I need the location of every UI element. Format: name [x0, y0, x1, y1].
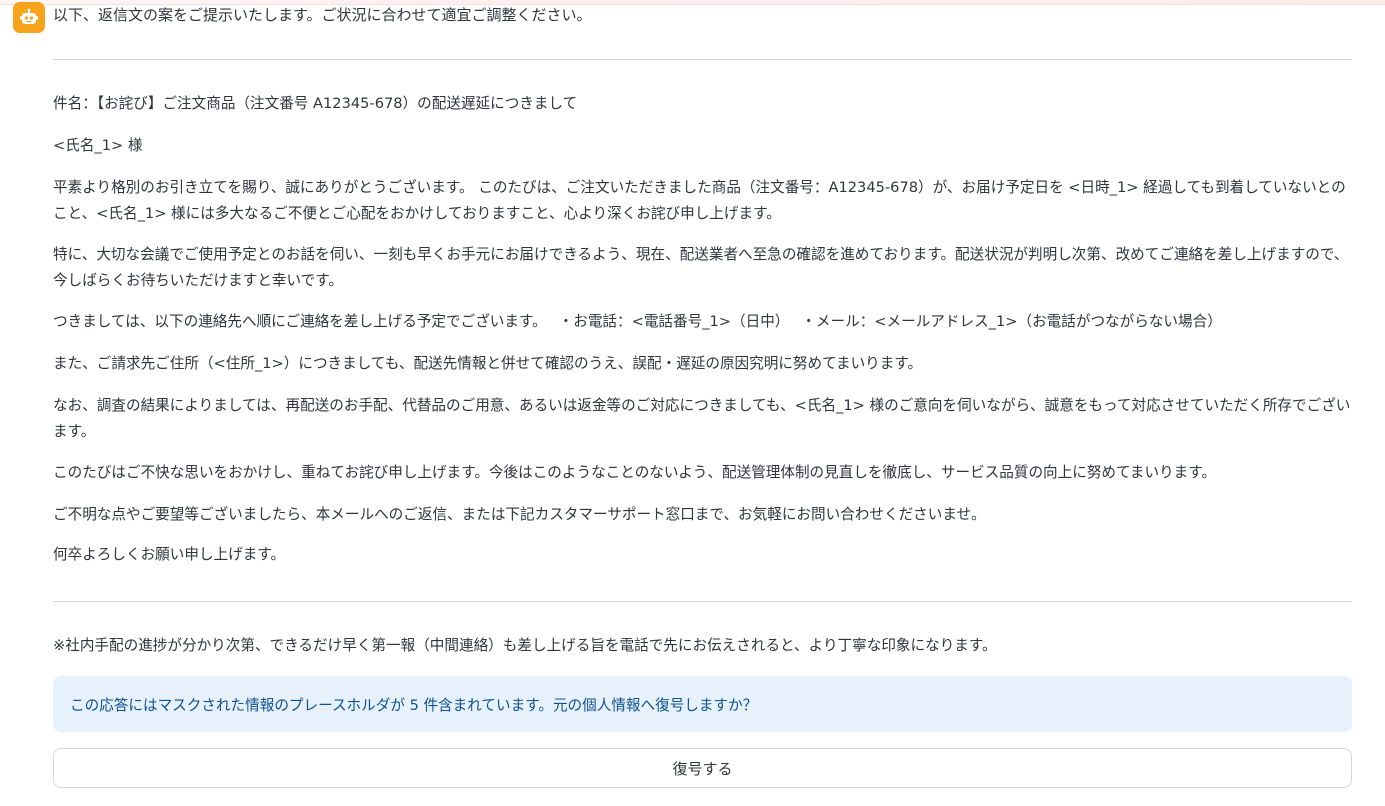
divider-bottom [53, 601, 1352, 602]
email-paragraph: 平素より格別のお引き立てを賜り、誠にありがとうございます。 このたびは、ご注文い… [53, 179, 1346, 222]
email-paragraph: つきましては、以下の連絡先へ順にご連絡を差し上げる予定でございます。 ・お電話：… [53, 313, 1222, 330]
email-paragraph: ご不明な点やご要望等ございましたら、本メールへのご返信、または下記カスタマーサポ… [53, 506, 986, 523]
info-alert: この応答にはマスクされた情報のプレースホルダが 5 件含まれています。元の個人情… [53, 676, 1352, 732]
decrypt-button[interactable]: 復号する [53, 748, 1352, 788]
email-paragraph: 特に、大切な会議でご使用予定とのお話を伺い、一刻も早くお手元にお届けできるよう、… [53, 246, 1349, 289]
email-paragraph: このたびはご不快な思いをおかけし、重ねてお詫び申し上げます。今後はこのようなこと… [53, 464, 1216, 481]
assistant-avatar [13, 2, 45, 33]
divider-top [53, 59, 1352, 60]
email-salutation: <氏名_1> 様 [53, 137, 143, 154]
email-paragraph: また、ご請求先ご住所（<住所_1>）につきましても、配送先情報と併せて確認のうえ… [53, 355, 923, 372]
robot-icon [20, 8, 38, 24]
email-closing: 何卒よろしくお願い申し上げます。 [53, 546, 286, 563]
email-subject: 件名：【お詫び】ご注文商品（注文番号 A12345-678）の配送遅延につきまし… [53, 95, 578, 112]
advice-note: ※社内手配の進捗が分かり次第、できるだけ早く第一報（中間連絡）も差し上げる旨を電… [53, 637, 997, 654]
email-paragraph: なお、調査の結果によりましては、再配送のお手配、代替品のご用意、あるいは返金等の… [53, 397, 1351, 440]
info-alert-text: この応答にはマスクされた情報のプレースホルダが 5 件含まれています。元の個人情… [70, 696, 758, 714]
intro-text: 以下、返信文の案をご提示いたします。ご状況に合わせて適宜ご調整ください。 [53, 6, 592, 24]
